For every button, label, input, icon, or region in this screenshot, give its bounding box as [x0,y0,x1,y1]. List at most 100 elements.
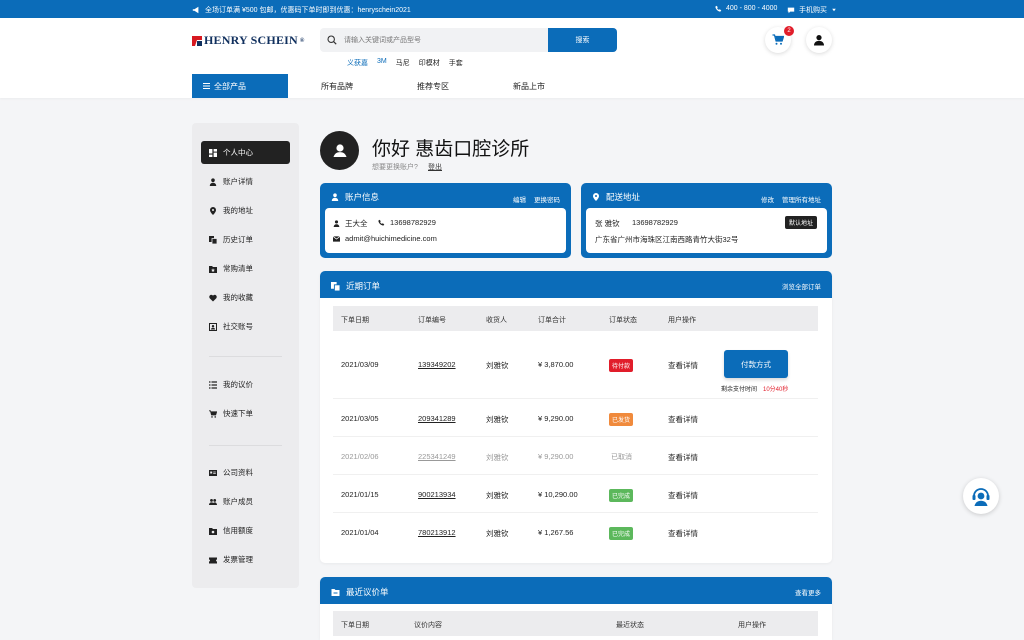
profile-avatar [320,131,359,170]
table-row: 2021/01/04 780213912 刘雅钦 ¥ 1,267.56 已完成 … [333,513,818,551]
account-phone: 13698782929 [390,218,436,227]
payment-method-button[interactable]: 付款方式 [724,350,788,378]
caret-down-icon [831,7,837,13]
search-input[interactable] [344,28,548,52]
panel-actions: 浏览全部订单 [782,281,821,291]
logout-link[interactable]: 登出 [428,162,442,172]
invoice-icon [209,556,217,564]
sidebar-item-company-info[interactable]: 公司资料 [201,461,290,484]
recent-quotes-panel: 最近议价单 查看更多 下单日期 议价内容 最近状态 用户操作 [320,577,832,640]
search-button[interactable]: 搜索 [548,28,617,52]
hot-keyword[interactable]: 印模材 [419,58,440,68]
sidebar-item-label: 账户成员 [223,497,253,506]
person-icon [333,220,340,227]
sidebar-item-my-addresses[interactable]: 我的地址 [201,199,290,222]
column-header: 下单日期 [341,622,369,629]
column-header: 下单日期 [341,317,369,324]
order-date: 2021/01/04 [341,528,379,537]
order-date: 2021/02/06 [341,452,379,461]
sidebar-item-my-quotes[interactable]: 我的议价 [201,373,290,396]
phone-number: 400 - 800 - 4000 [726,5,778,12]
status-badge: 待付款 [609,359,634,372]
view-all-orders-link[interactable]: 浏览全部订单 [782,281,821,291]
sidebar-item-account-members[interactable]: 账户成员 [201,490,290,513]
sidebar-item-frequent-list[interactable]: 常购清单 [201,257,290,280]
cart-button[interactable]: 2 [765,26,794,53]
account-name: 王大全 [345,219,368,228]
user-account-button[interactable] [806,27,832,53]
phone-icon [715,5,722,12]
card-actions: 编辑 更换密码 [513,194,560,204]
hot-keyword[interactable]: 手套 [449,58,463,68]
hot-keywords: 义获嘉 3M 马尼 印模材 手套 [347,58,463,68]
nav-recommended[interactable]: 推荐专区 [417,81,449,92]
hot-keyword[interactable]: 义获嘉 [347,58,368,68]
brand-name: HENRY SCHEIN [204,33,298,47]
order-number-link[interactable]: 780213912 [418,528,456,537]
view-more-quotes-link[interactable]: 查看更多 [795,587,821,597]
folder-icon [331,588,340,596]
order-number-link[interactable]: 225341249 [418,452,456,461]
all-products-label: 全部产品 [214,81,246,91]
hotline[interactable]: 400 - 800 - 4000 [715,5,777,12]
user-silhouette-icon [330,141,350,161]
sidebar-item-label: 发票管理 [223,555,253,564]
sidebar-item-label: 账户详情 [223,177,253,186]
card-header: 账户信息 [331,191,379,203]
order-number-link[interactable]: 139349202 [418,360,456,369]
logo-emblem-icon [192,35,202,46]
all-products-menu[interactable]: 全部产品 [192,74,288,98]
card-title: 配送地址 [606,192,641,202]
hot-keyword[interactable]: 马尼 [396,58,410,68]
edit-address-link[interactable]: 修改 [761,194,774,204]
sidebar-item-account-details[interactable]: 账户详情 [201,170,290,193]
manage-addresses-link[interactable]: 管理所有地址 [782,194,821,204]
sidebar-item-label: 快速下单 [223,409,253,418]
location-pin-icon [592,193,600,201]
brand-logo[interactable]: HENRY SCHEIN ® [192,33,305,48]
sidebar-item-quick-order[interactable]: 快速下单 [201,402,290,425]
sidebar-item-invoice-management[interactable]: 发票管理 [201,548,290,571]
mobile-purchase-menu[interactable]: 手机购买 [787,5,837,15]
recipient-phone: 13698782929 [632,218,678,227]
change-password-link[interactable]: 更换密码 [534,194,560,204]
column-header: 收货人 [486,317,507,324]
company-card-icon [209,469,217,477]
account-email-row: admit@huichimedicine.com [333,234,437,243]
sidebar-item-social-accounts[interactable]: 社交账号 [201,315,290,338]
view-details-link[interactable]: 查看详情 [668,360,698,371]
panel-title: 最近议价单 [346,587,389,597]
edit-account-link[interactable]: 编辑 [513,194,526,204]
sidebar-item-credit-limit[interactable]: 信用额度 [201,519,290,542]
view-details-link[interactable]: 查看详情 [668,452,698,463]
hot-keyword[interactable]: 3M [377,58,387,68]
sidebar-item-order-history[interactable]: 历史订单 [201,228,290,251]
view-details-link[interactable]: 查看详情 [668,490,698,501]
order-number-link[interactable]: 209341289 [418,414,456,423]
order-date: 2021/03/09 [341,360,379,369]
person-icon [209,177,217,186]
payment-countdown-label: 剩余支付时间 [721,387,758,393]
view-details-link[interactable]: 查看详情 [668,414,698,425]
registered-mark: ® [299,37,305,44]
order-total: ¥ 10,290.00 [538,490,578,499]
shipping-address-body: 张 雅钦 13698782929 默认地址 广东省广州市海珠区江南西路青竹大街3… [586,208,827,253]
sidebar-item-favorites[interactable]: 我的收藏 [201,286,290,309]
search-bar: 搜索 [320,28,617,52]
phone-icon [378,219,385,226]
column-header: 订单合计 [538,317,566,324]
panel-header: 最近议价单 查看更多 [320,577,832,604]
nav-all-brands[interactable]: 所有品牌 [321,81,353,92]
panel-actions: 查看更多 [795,587,821,597]
card-actions: 修改 管理所有地址 [761,194,821,204]
sidebar-item-personal-center[interactable]: 个人中心 [201,141,290,164]
status-badge: 已完成 [609,489,634,502]
view-details-link[interactable]: 查看详情 [668,528,698,539]
sidebar-item-label: 我的议价 [223,380,253,389]
order-receiver: 刘雅钦 [486,415,509,424]
heart-icon [209,294,217,302]
nav-new-arrivals[interactable]: 新品上市 [513,81,545,92]
sidebar-item-label: 常购清单 [223,264,253,273]
order-number-link[interactable]: 900213934 [418,490,456,499]
customer-support-button[interactable] [963,478,999,514]
